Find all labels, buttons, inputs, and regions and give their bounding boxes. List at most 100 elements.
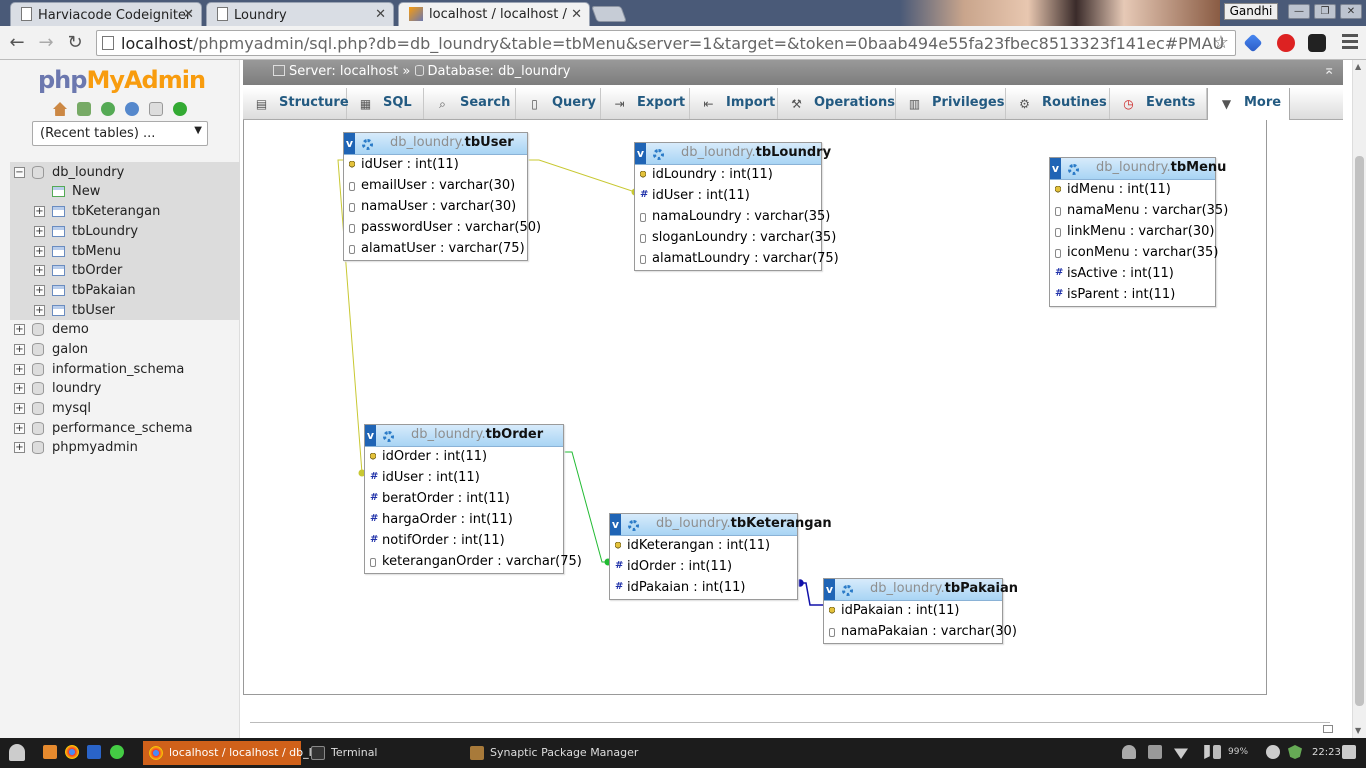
collapse-arrow-icon[interactable]: ⌅ bbox=[1323, 62, 1335, 78]
column-row[interactable]: # idPakaian : int(11) bbox=[610, 578, 797, 599]
column-row[interactable]: emailUser : varchar(30) bbox=[344, 176, 527, 197]
documentation-icon[interactable] bbox=[149, 102, 163, 116]
column-row[interactable]: # beratOrder : int(11) bbox=[365, 489, 563, 510]
designer-table-header[interactable]: v db_loundry.tbOrder bbox=[365, 425, 563, 447]
column-row[interactable]: # hargaOrder : int(11) bbox=[365, 510, 563, 531]
toggle-columns-icon[interactable]: v bbox=[1050, 158, 1061, 179]
address-bar[interactable]: localhost/phpmyadmin/sql.php?db=db_lound… bbox=[96, 30, 1236, 56]
column-row[interactable]: idKeterangan : int(11) bbox=[610, 536, 797, 557]
toggle-columns-icon[interactable]: v bbox=[365, 425, 376, 446]
logout-icon[interactable] bbox=[77, 102, 91, 116]
new-tab-button[interactable] bbox=[591, 6, 627, 22]
back-arrow-icon[interactable]: ← bbox=[6, 32, 28, 53]
expand-icon[interactable]: + bbox=[14, 442, 25, 453]
tab-sql[interactable]: ▦ SQL bbox=[347, 88, 424, 119]
recent-tables-select[interactable]: (Recent tables) ... ▼ bbox=[32, 121, 208, 146]
profile-button[interactable]: Gandhi bbox=[1224, 3, 1278, 20]
tree-table-tborder[interactable]: + tbOrder bbox=[34, 263, 234, 281]
launcher-files-icon[interactable] bbox=[43, 745, 57, 759]
scroll-down-arrow-icon[interactable]: ▼ bbox=[1355, 726, 1361, 735]
tab-search[interactable]: ⌕ Search bbox=[424, 88, 516, 119]
power-menu-icon[interactable] bbox=[1342, 745, 1356, 759]
column-row[interactable]: idMenu : int(11) bbox=[1050, 180, 1215, 201]
column-row[interactable]: idPakaian : int(11) bbox=[824, 601, 1002, 622]
console-toggle-icon[interactable] bbox=[1323, 725, 1333, 733]
browser-tab-harviacode[interactable]: Harviacode Codeigniter ✕ bbox=[10, 2, 202, 26]
designer-table-tbmenu[interactable]: v db_loundry.tbMenu idMenu : int(11) nama… bbox=[1049, 157, 1228, 307]
column-row[interactable]: # idOrder : int(11) bbox=[610, 557, 797, 578]
launcher-globe-icon[interactable] bbox=[110, 745, 124, 759]
designer-canvas[interactable]: v db_loundry.tbUser idUser : int(11) emai… bbox=[243, 120, 1267, 695]
tree-db-loundry[interactable]: + loundry bbox=[14, 381, 234, 399]
tab-more[interactable]: ▼ More bbox=[1207, 88, 1290, 120]
breadcrumb-database[interactable]: Database: db_loundry bbox=[428, 64, 571, 79]
tree-db-phpmyadmin[interactable]: + phpmyadmin bbox=[14, 440, 234, 458]
collapse-icon[interactable]: − bbox=[14, 167, 25, 178]
tab-operations[interactable]: ⚒ Operations bbox=[778, 88, 896, 119]
close-tab-icon[interactable]: ✕ bbox=[375, 7, 386, 22]
browser-tab-loundry[interactable]: Loundry ✕ bbox=[206, 2, 394, 26]
tab-routines[interactable]: ⚙ Routines bbox=[1006, 88, 1110, 119]
expand-icon[interactable]: + bbox=[34, 305, 45, 316]
taskbar-app-terminal[interactable]: Terminal bbox=[305, 741, 455, 765]
taskbar-app-synaptic[interactable]: Synaptic Package Manager bbox=[464, 741, 644, 765]
column-row[interactable]: iconMenu : varchar(35) bbox=[1050, 243, 1218, 264]
clock[interactable]: 22:23 bbox=[1312, 747, 1341, 758]
column-row[interactable]: alamatUser : varchar(75) bbox=[344, 239, 527, 260]
expand-icon[interactable]: + bbox=[14, 423, 25, 434]
launcher-chrome-icon[interactable] bbox=[65, 745, 79, 759]
designer-table-tbpakaian[interactable]: v db_loundry.tbPakaian idPakaian : int(11… bbox=[823, 578, 1018, 644]
expand-icon[interactable]: + bbox=[14, 364, 25, 375]
toggle-columns-icon[interactable]: v bbox=[610, 514, 621, 535]
column-row[interactable]: # idUser : int(11) bbox=[635, 186, 821, 207]
toggle-columns-icon[interactable]: v bbox=[344, 133, 355, 154]
bookmark-star-icon[interactable]: ☆ bbox=[1213, 32, 1229, 53]
column-row[interactable]: sloganLoundry : varchar(35) bbox=[635, 228, 836, 249]
expand-icon[interactable]: + bbox=[14, 324, 25, 335]
tree-db-db_loundry[interactable]: − db_loundry bbox=[14, 165, 234, 183]
tree-db-information-schema[interactable]: + information_schema bbox=[14, 362, 234, 380]
gear-icon[interactable] bbox=[1068, 164, 1079, 175]
expand-icon[interactable]: + bbox=[14, 403, 25, 414]
extension-icon[interactable] bbox=[1308, 34, 1326, 52]
page-scrollbar[interactable]: ▲ ▼ bbox=[1352, 60, 1366, 738]
hamburger-menu-icon[interactable] bbox=[1342, 34, 1358, 50]
minimize-button[interactable]: — bbox=[1288, 4, 1310, 19]
gear-icon[interactable] bbox=[362, 139, 373, 150]
wifi-icon[interactable] bbox=[1174, 748, 1188, 759]
column-row[interactable]: # isActive : int(11) bbox=[1050, 264, 1215, 285]
tab-import[interactable]: ⇤ Import bbox=[690, 88, 778, 119]
help-icon[interactable] bbox=[125, 102, 139, 116]
clipboard-icon[interactable] bbox=[1148, 745, 1162, 759]
launcher-xdk-icon[interactable] bbox=[87, 745, 101, 759]
updates-icon[interactable] bbox=[1266, 745, 1280, 759]
power-extension-icon[interactable] bbox=[1277, 34, 1295, 52]
expand-icon[interactable]: + bbox=[34, 265, 45, 276]
expand-icon[interactable]: + bbox=[14, 383, 25, 394]
maximize-button[interactable]: ❐ bbox=[1314, 4, 1336, 19]
tree-table-tbuser[interactable]: + tbUser bbox=[34, 303, 234, 321]
gear-icon[interactable] bbox=[383, 431, 394, 442]
tab-export[interactable]: ⇥ Export bbox=[601, 88, 690, 119]
designer-table-header[interactable]: v db_loundry.tbLoundry bbox=[635, 143, 831, 165]
user-status-icon[interactable] bbox=[1122, 745, 1136, 759]
tree-table-tbpakaian[interactable]: + tbPakaian bbox=[34, 283, 234, 301]
designer-table-header[interactable]: v db_loundry.tbPakaian bbox=[824, 579, 1018, 601]
close-window-button[interactable]: ✕ bbox=[1340, 4, 1362, 19]
forward-arrow-icon[interactable]: → bbox=[35, 32, 57, 53]
query-window-icon[interactable] bbox=[101, 102, 115, 116]
tree-new-table[interactable]: New bbox=[34, 184, 234, 202]
scrollbar-thumb[interactable] bbox=[1355, 156, 1364, 706]
designer-table-header[interactable]: v db_loundry.tbKeterangan bbox=[610, 514, 832, 536]
column-row[interactable]: idOrder : int(11) bbox=[365, 447, 563, 468]
volume-icon[interactable] bbox=[1204, 745, 1210, 759]
tree-table-tbketerangan[interactable]: + tbKeterangan bbox=[34, 204, 234, 222]
designer-table-tborder[interactable]: v db_loundry.tbOrder idOrder : int(11) # i… bbox=[364, 424, 582, 574]
phpmyadmin-logo[interactable]: phpMyAdmin bbox=[38, 66, 206, 94]
tree-db-galon[interactable]: + galon bbox=[14, 342, 234, 360]
gear-icon[interactable] bbox=[653, 149, 664, 160]
tab-events[interactable]: ◷ Events bbox=[1110, 88, 1207, 119]
shield-icon[interactable] bbox=[1288, 745, 1302, 759]
tab-privileges[interactable]: ▥ Privileges bbox=[896, 88, 1006, 119]
home-icon[interactable] bbox=[53, 102, 67, 116]
